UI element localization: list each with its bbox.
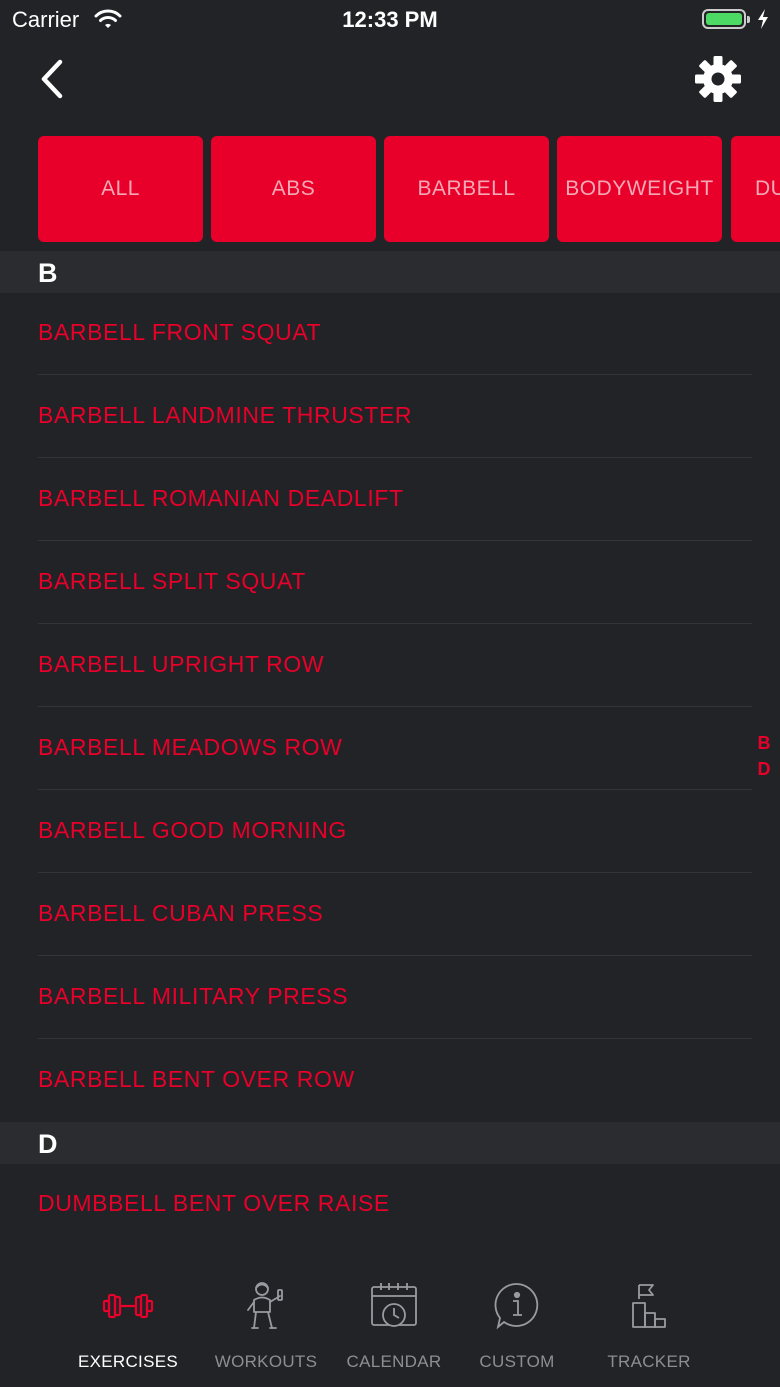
filter-chip-bodyweight[interactable]: BODYWEIGHT [557,136,722,242]
filter-chip-dumbbell[interactable]: DU [731,136,780,242]
filter-chip-abs[interactable]: ABS [211,136,376,242]
exercise-row[interactable]: BARBELL MILITARY PRESS [0,956,780,1039]
filter-chip-label: ALL [101,177,140,200]
exercise-row[interactable]: BARBELL UPRIGHT ROW [0,624,780,707]
exercise-name: BARBELL FRONT SQUAT [38,319,322,345]
dumbbell-icon [102,1293,154,1319]
exercise-name: BARBELL UPRIGHT ROW [38,651,325,677]
section-header-b: B [0,251,780,293]
exercise-name: BARBELL MEADOWS ROW [38,734,343,760]
section-index[interactable]: B D [754,730,774,782]
filter-chip-all[interactable]: ALL [38,136,203,242]
filter-chip-label: BARBELL [417,177,516,200]
tab-label: EXERCISES [77,1352,178,1371]
info-bubble-icon [494,1283,539,1330]
exercise-name: BARBELL CUBAN PRESS [38,900,324,926]
exercise-row[interactable]: BARBELL SPLIT SQUAT [0,541,780,624]
exercise-row[interactable]: BARBELL GOOD MORNING [0,790,780,873]
section-index-d[interactable]: D [754,756,774,782]
status-bar: Carrier 12:33 PM [0,0,780,40]
filter-chip-label: ABS [271,177,316,200]
gear-icon [695,56,741,102]
exercise-name: BARBELL ROMANIAN DEADLIFT [38,485,404,511]
tab-bar: EXERCISES WORKOUTS CALENDAR CUSTOM TRACK… [0,1262,780,1387]
exercise-name: BARBELL BENT OVER ROW [38,1066,355,1092]
exercise-name: BARBELL GOOD MORNING [38,817,347,843]
exercise-row[interactable]: BARBELL BENT OVER ROW [0,1039,780,1122]
filter-chip-label: DU [755,177,780,200]
tab-label: WORKOUTS [214,1352,318,1371]
exercise-name: BARBELL SPLIT SQUAT [38,568,306,594]
calendar-icon [371,1283,417,1327]
tab-workouts[interactable]: WORKOUTS [201,1262,331,1387]
exercise-name: BARBELL LANDMINE THRUSTER [38,402,413,428]
back-button[interactable] [34,56,74,102]
settings-button[interactable] [694,55,742,103]
tab-label: CALENDAR [346,1352,442,1371]
filter-chip-barbell[interactable]: BARBELL [384,136,549,242]
tab-label: CUSTOM [479,1352,555,1371]
tab-label: TRACKER [607,1352,691,1371]
exercise-row[interactable]: BARBELL CUBAN PRESS [0,873,780,956]
charging-icon [756,8,770,35]
exercise-row[interactable]: BARBELL FRONT SQUAT [0,292,780,375]
exercise-row[interactable]: BARBELL MEADOWS ROW [0,707,780,790]
exercise-name: DUMBBELL BENT OVER RAISE [38,1190,390,1216]
exercise-name: BARBELL MILITARY PRESS [38,983,349,1009]
exercise-row[interactable]: DUMBBELL BENT OVER RAISE [0,1163,780,1246]
tab-exercises[interactable]: EXERCISES [63,1262,193,1387]
section-header-d: D [0,1122,780,1164]
podium-flag-icon [632,1284,666,1328]
filter-chip-label: BODYWEIGHT [565,177,714,200]
section-index-b[interactable]: B [754,730,774,756]
chevron-left-icon [41,59,63,99]
battery-icon [702,9,750,29]
category-filter-bar[interactable]: ALL ABS BARBELL BODYWEIGHT DU [0,136,780,244]
tab-custom[interactable]: CUSTOM [452,1262,582,1387]
tab-tracker[interactable]: TRACKER [584,1262,714,1387]
exercise-row[interactable]: BARBELL LANDMINE THRUSTER [0,375,780,458]
exercise-row[interactable]: BARBELL ROMANIAN DEADLIFT [0,458,780,541]
athlete-icon [247,1282,283,1329]
tab-calendar[interactable]: CALENDAR [329,1262,459,1387]
clock: 12:33 PM [342,7,438,32]
